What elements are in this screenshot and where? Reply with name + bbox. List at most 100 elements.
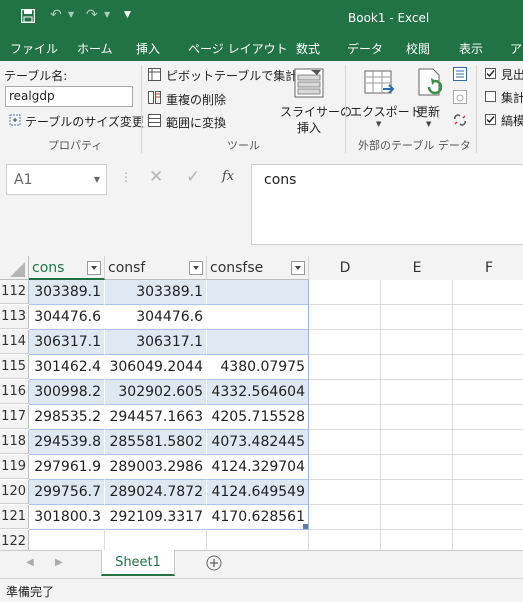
- table-cell[interactable]: [207, 330, 309, 355]
- table-cell[interactable]: [207, 280, 309, 305]
- save-icon[interactable]: [20, 8, 36, 24]
- tab-file[interactable]: ファイル: [10, 40, 58, 57]
- table-cell[interactable]: 4332.564604: [207, 380, 309, 405]
- grid-cell[interactable]: [309, 430, 381, 455]
- grid-cell[interactable]: [309, 380, 381, 405]
- table-cell[interactable]: 306317.1: [29, 330, 105, 355]
- row-header[interactable]: 117: [0, 405, 29, 429]
- filter-dropdown-button[interactable]: [87, 261, 101, 275]
- enter-icon[interactable]: ✓: [186, 167, 200, 187]
- tab-data[interactable]: データ: [347, 40, 383, 57]
- grid-cell[interactable]: [381, 480, 453, 505]
- table-cell[interactable]: 292109.3317: [105, 505, 207, 530]
- redo-dropdown-icon[interactable]: ▼: [104, 10, 110, 19]
- select-all-corner[interactable]: [0, 256, 29, 280]
- banded-rows-checkbox[interactable]: [485, 114, 496, 125]
- grid-cell[interactable]: [381, 280, 453, 305]
- grid-cell[interactable]: [381, 455, 453, 480]
- row-header[interactable]: 112: [0, 280, 29, 304]
- tab-page-layout[interactable]: ページ レイアウト: [188, 40, 288, 57]
- table-cell[interactable]: 4205.715528: [207, 405, 309, 430]
- table-header-cell[interactable]: consf: [105, 256, 207, 280]
- table-cell[interactable]: 301800.3: [29, 505, 105, 530]
- filter-dropdown-button[interactable]: [189, 261, 203, 275]
- formula-input[interactable]: cons: [251, 164, 523, 245]
- table-cell[interactable]: 303389.1: [29, 280, 105, 305]
- customize-qat-icon[interactable]: ▼: [124, 10, 131, 20]
- table-cell[interactable]: 306049.2044: [105, 355, 207, 380]
- refresh-button[interactable]: 更新 ▼: [412, 64, 446, 134]
- table-header-cell[interactable]: consfse: [207, 256, 309, 280]
- grid-cell[interactable]: [453, 505, 523, 530]
- table-cell[interactable]: 4170.628561: [207, 505, 309, 530]
- table-cell[interactable]: 301462.4: [29, 355, 105, 380]
- remove-duplicates-button[interactable]: 重複の削除: [166, 91, 226, 108]
- column-header-e[interactable]: E: [381, 256, 454, 281]
- grid-cell[interactable]: [309, 280, 381, 305]
- table-cell[interactable]: 304476.6: [29, 305, 105, 330]
- grid-cell[interactable]: [381, 505, 453, 530]
- table-cell[interactable]: 300998.2: [29, 380, 105, 405]
- insert-slicer-button[interactable]: スライサーの 挿入: [278, 64, 352, 135]
- tab-formulas[interactable]: 数式: [296, 40, 320, 57]
- undo-icon[interactable]: ↶: [50, 7, 62, 23]
- row-header[interactable]: 119: [0, 455, 29, 479]
- grid-cell[interactable]: [453, 355, 523, 380]
- chevron-down-icon[interactable]: ▼: [94, 175, 100, 184]
- grid-cell[interactable]: [309, 405, 381, 430]
- convert-to-range-button[interactable]: 範囲に変換: [166, 114, 226, 131]
- table-cell[interactable]: 304476.6: [105, 305, 207, 330]
- row-header[interactable]: 113: [0, 305, 29, 329]
- insert-function-icon[interactable]: fx: [222, 169, 234, 184]
- filter-dropdown-button[interactable]: [291, 261, 305, 275]
- table-cell[interactable]: 4124.329704: [207, 455, 309, 480]
- resize-table-button[interactable]: テーブルのサイズ変更: [25, 113, 144, 130]
- grid-cell[interactable]: [381, 430, 453, 455]
- table-cell[interactable]: 289003.2986: [105, 455, 207, 480]
- row-header[interactable]: 120: [0, 480, 29, 504]
- sheet-tab-active[interactable]: Sheet1: [101, 550, 175, 576]
- tab-view[interactable]: 表示: [459, 40, 483, 57]
- tab-home[interactable]: ホーム: [77, 40, 113, 57]
- table-cell[interactable]: 306317.1: [105, 330, 207, 355]
- table-cell[interactable]: 4380.07975: [207, 355, 309, 380]
- table-cell[interactable]: 298535.2: [29, 405, 105, 430]
- grid-cell[interactable]: [309, 330, 381, 355]
- properties-icon[interactable]: [453, 67, 467, 81]
- table-cell[interactable]: 302902.605: [105, 380, 207, 405]
- tab-insert[interactable]: 挿入: [136, 40, 160, 57]
- header-row-checkbox[interactable]: [485, 68, 496, 79]
- unlink-icon[interactable]: [453, 113, 467, 127]
- grid-cell[interactable]: [381, 305, 453, 330]
- undo-dropdown-icon[interactable]: ▼: [68, 10, 74, 19]
- table-cell[interactable]: 294457.1663: [105, 405, 207, 430]
- table-cell[interactable]: 4124.649549: [207, 480, 309, 505]
- table-header-cell[interactable]: cons: [29, 256, 105, 280]
- column-header-d[interactable]: D: [309, 256, 382, 281]
- grid-cell[interactable]: [381, 380, 453, 405]
- grid-cell[interactable]: [309, 305, 381, 330]
- grid-cell[interactable]: [453, 380, 523, 405]
- grid-cell[interactable]: [453, 305, 523, 330]
- table-cell[interactable]: 289024.7872: [105, 480, 207, 505]
- table-cell[interactable]: 299756.7: [29, 480, 105, 505]
- table-cell[interactable]: 303389.1: [105, 280, 207, 305]
- grid-cell[interactable]: [309, 480, 381, 505]
- grid-cell[interactable]: [453, 405, 523, 430]
- total-row-checkbox[interactable]: [485, 91, 496, 102]
- table-cell[interactable]: 4073.482445: [207, 430, 309, 455]
- table-resize-handle[interactable]: [303, 524, 308, 529]
- grid-cell[interactable]: [309, 455, 381, 480]
- add-sheet-icon[interactable]: [206, 555, 222, 571]
- grid-cell[interactable]: [453, 330, 523, 355]
- name-box[interactable]: A1 ▼: [6, 164, 107, 195]
- grid-cell[interactable]: [381, 330, 453, 355]
- grid-cell[interactable]: [453, 280, 523, 305]
- tab-overflow[interactable]: ア: [510, 40, 522, 57]
- row-header[interactable]: 118: [0, 430, 29, 454]
- grid-cell[interactable]: [309, 355, 381, 380]
- tab-review[interactable]: 校閲: [406, 40, 430, 57]
- redo-icon[interactable]: ↷: [86, 7, 98, 23]
- grid-cell[interactable]: [381, 355, 453, 380]
- table-cell[interactable]: [207, 305, 309, 330]
